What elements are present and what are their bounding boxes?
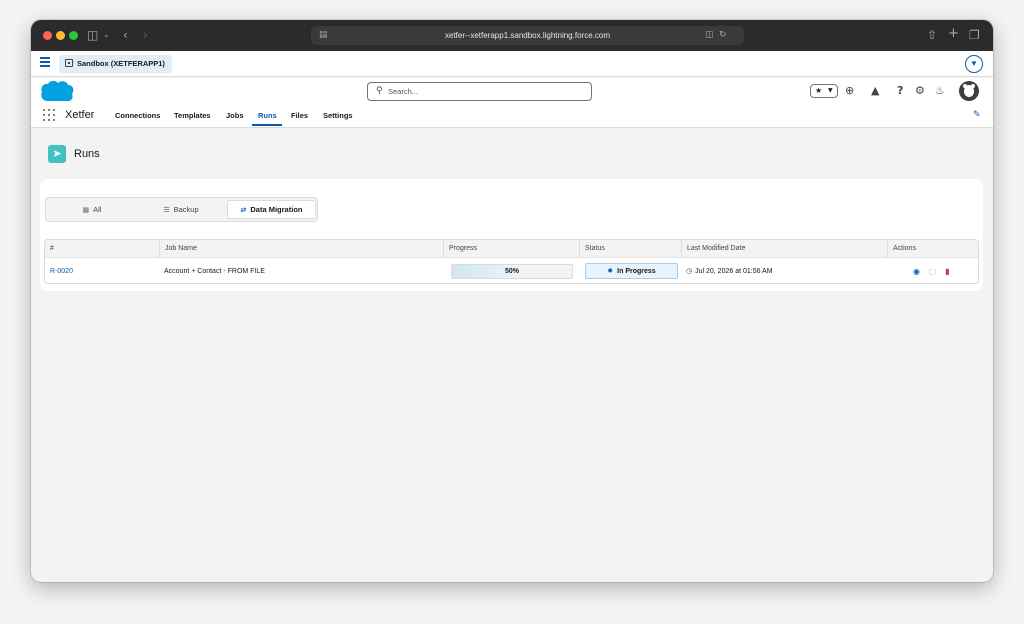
run-id-link[interactable]: R-0020 <box>45 259 73 283</box>
grid-icon: ▦ <box>82 206 90 214</box>
last-modified-cell: ◷ Jul 20, 2026 at 01:56 AM <box>681 259 773 283</box>
last-modified-value: Jul 20, 2026 at 01:56 AM <box>695 268 773 275</box>
nav-item-files[interactable]: Files <box>291 110 308 122</box>
new-tab-icon[interactable]: + <box>948 26 959 42</box>
tab-label: Data Migration <box>250 205 303 214</box>
nav-item-connections[interactable]: Connections <box>115 110 160 122</box>
nav-item-runs[interactable]: Runs <box>258 110 277 122</box>
nav-item-templates[interactable]: Templates <box>174 110 211 122</box>
global-search[interactable]: ⚲ <box>367 82 592 101</box>
chevron-down-icon[interactable]: ⌄ <box>103 27 110 43</box>
browser-toolbar: ◫ ⌄ ‹ › ▤ xetfer--xetferapp1.sandbox.lig… <box>31 20 993 51</box>
menu-icon[interactable] <box>40 57 50 69</box>
bell-icon[interactable]: ♨ <box>935 83 945 99</box>
progress-label: 50% <box>504 268 519 275</box>
runs-table: # Job Name Progress Status Last Modified… <box>44 239 979 284</box>
progress-bar: 50% <box>451 264 573 279</box>
sandbox-bar: Sandbox (XETFERAPP1) ▼ <box>31 51 993 77</box>
tab-data-migration[interactable]: ⇄ Data Migration <box>227 200 316 219</box>
browser-window: ◫ ⌄ ‹ › ▤ xetfer--xetferapp1.sandbox.lig… <box>31 20 993 582</box>
minimize-window-button[interactable] <box>56 31 65 40</box>
sandbox-tab[interactable]: Sandbox (XETFERAPP1) <box>59 55 172 73</box>
sync-icon: ⇄ <box>240 206 247 214</box>
job-name-cell: Account + Contact - FROM FILE <box>164 268 265 275</box>
address-bar[interactable]: ▤ xetfer--xetferapp1.sandbox.lightning.f… <box>311 26 744 45</box>
star-icon: ★ <box>815 86 823 95</box>
sidebar-toggle-icon[interactable]: ◫ <box>87 27 98 43</box>
zoom-window-button[interactable] <box>69 31 78 40</box>
tab-overview-icon[interactable]: ❐ <box>969 27 980 43</box>
reload-icon[interactable]: ↻ <box>719 29 727 42</box>
column-header-status[interactable]: Status <box>579 240 681 258</box>
column-header-progress[interactable]: Progress <box>443 240 579 258</box>
sandbox-label: Sandbox (XETFERAPP1) <box>77 59 165 68</box>
url-text: xetfer--xetferapp1.sandbox.lightning.for… <box>445 31 610 40</box>
status-badge: ✹ In Progress <box>585 263 678 279</box>
close-window-button[interactable] <box>43 31 52 40</box>
tab-label: Backup <box>173 205 199 214</box>
run-type-tabs: ▦ All ☰ Backup ⇄ Data Migration <box>45 197 318 222</box>
chevron-down-icon[interactable]: ▼ <box>828 85 833 97</box>
search-icon: ⚲ <box>376 86 383 96</box>
forward-icon[interactable]: › <box>143 27 148 43</box>
help-icon[interactable]: ? <box>897 83 903 99</box>
clock-icon: ◷ <box>686 267 693 275</box>
table-row: R-0020 Account + Contact - FROM FILE 50%… <box>45 259 978 283</box>
nav-item-settings[interactable]: Settings <box>323 110 353 122</box>
page-title: Runs <box>74 148 100 160</box>
column-header-last-modified[interactable]: Last Modified Date <box>681 240 887 258</box>
trailhead-icon[interactable]: ▲ <box>871 83 879 99</box>
share-icon[interactable]: ⇧ <box>927 27 937 43</box>
runs-icon: ➤ <box>48 145 66 163</box>
spinner-icon: ✹ <box>607 267 614 275</box>
favorites-button[interactable]: ★ ▼ <box>810 84 838 98</box>
gear-icon[interactable]: ⚙ <box>915 83 925 99</box>
edit-icon[interactable]: ▢ <box>928 267 937 276</box>
nav-item-jobs[interactable]: Jobs <box>226 110 244 122</box>
salesforce-logo[interactable] <box>39 80 75 104</box>
database-icon: ☰ <box>163 206 170 214</box>
table-header: # Job Name Progress Status Last Modified… <box>45 240 978 258</box>
tab-label: All <box>93 205 102 214</box>
delete-icon[interactable]: ▮ <box>943 267 952 276</box>
app-name: Xetfer <box>65 109 95 121</box>
back-icon[interactable]: ‹ <box>123 27 128 43</box>
app-launcher-icon[interactable] <box>43 109 55 121</box>
sandbox-icon <box>65 59 73 67</box>
tab-backup[interactable]: ☰ Backup <box>136 200 226 219</box>
column-header-number[interactable]: # <box>45 240 159 258</box>
view-icon[interactable]: ◉ <box>912 267 921 276</box>
column-header-actions: Actions <box>887 240 978 258</box>
avatar[interactable] <box>959 81 979 101</box>
search-input[interactable] <box>388 83 583 100</box>
global-header: ⚲ ★ ▼ ⊕ ▲ ? ⚙ ♨ Xetfer Connections Templ… <box>31 78 993 128</box>
edit-nav-icon[interactable]: ✎ <box>973 110 983 120</box>
column-header-job-name[interactable]: Job Name <box>159 240 443 258</box>
translate-icon[interactable]: ◫ <box>705 29 714 42</box>
runs-card: ▦ All ☰ Backup ⇄ Data Migration # Job Name … <box>40 179 983 291</box>
status-label: In Progress <box>617 268 656 275</box>
add-icon[interactable]: ⊕ <box>845 83 854 99</box>
tab-all[interactable]: ▦ All <box>48 200 136 219</box>
nav-active-indicator <box>252 124 282 126</box>
chevron-down-icon[interactable]: ▼ <box>965 55 983 73</box>
